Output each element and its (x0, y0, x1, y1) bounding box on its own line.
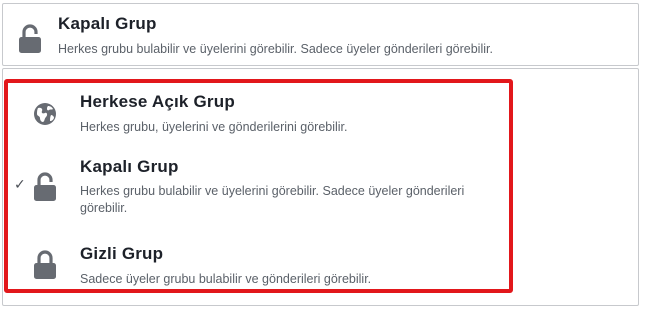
selected-privacy-description: Herkes grubu bulabilir ve üyelerini göre… (58, 42, 493, 56)
option-closed-description: Herkes grubu bulabilir ve üyelerini göre… (80, 184, 465, 215)
option-secret-title: Gizli Grup (80, 244, 164, 263)
option-secret-group[interactable]: Gizli Grup Sadece üyeler grubu bulabilir… (12, 242, 507, 292)
selected-privacy-title: Kapalı Grup (58, 14, 157, 33)
privacy-selector: Kapalı Grup Herkes grubu bulabilir ve üy… (0, 0, 646, 309)
privacy-dropdown-trigger[interactable]: Kapalı Grup Herkes grubu bulabilir ve üy… (2, 3, 639, 66)
option-closed-group[interactable]: ✓ Kapalı Grup Herkes grubu bulabilir ve … (12, 155, 507, 225)
globe-icon (34, 103, 56, 125)
option-public-description: Herkes grubu, üyelerini ve gönderilerini… (80, 120, 348, 134)
option-public-group[interactable]: Herkese Açık Grup Herkes grubu, üyelerin… (12, 90, 507, 140)
padlock-icon (34, 250, 56, 279)
option-secret-description: Sadece üyeler grubu bulabilir ve gönderi… (80, 272, 372, 286)
checkmark-icon: ✓ (14, 176, 26, 192)
padlock-icon (34, 172, 56, 201)
padlock-icon (19, 24, 41, 53)
option-closed-title: Kapalı Grup (80, 157, 179, 176)
option-public-title: Herkese Açık Grup (80, 92, 235, 111)
